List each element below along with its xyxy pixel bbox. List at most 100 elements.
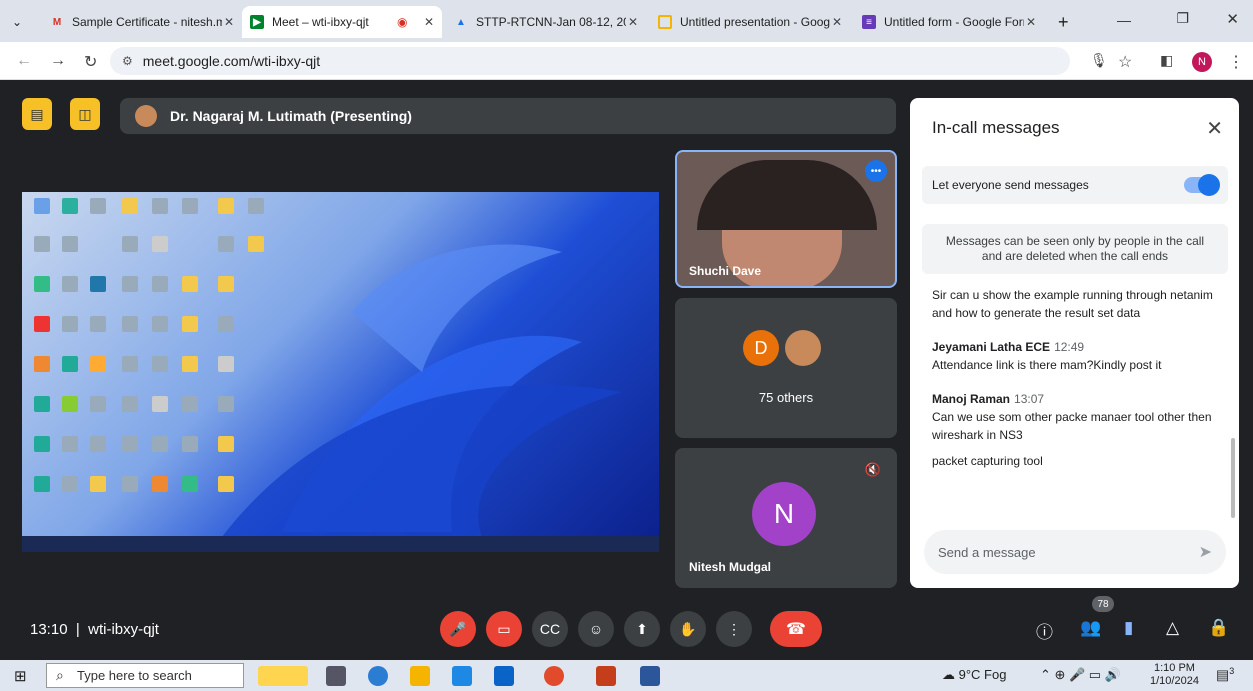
- bookmark-star-icon[interactable]: ☆: [1118, 52, 1132, 72]
- word-icon[interactable]: [640, 666, 660, 686]
- side-panel-icon[interactable]: ◧: [1160, 52, 1173, 69]
- participant-tile-others[interactable]: D 75 others: [675, 298, 897, 438]
- allow-messages-row: Let everyone send messages: [922, 166, 1228, 204]
- presenter-bar: Dr. Nagaraj M. Lutimath (Presenting): [120, 98, 896, 134]
- close-window-icon[interactable]: ✕: [1226, 10, 1239, 28]
- participant-tile-shuchi[interactable]: Shuchi Dave •••: [675, 150, 897, 288]
- chat-panel: In-call messages ✕ Let everyone send mes…: [910, 98, 1239, 588]
- send-icon[interactable]: ➤: [1199, 542, 1212, 562]
- participant-hair: [697, 160, 877, 230]
- desktop-icon: [90, 436, 106, 452]
- chrome-icon[interactable]: [544, 666, 564, 686]
- tab-slides[interactable]: Untitled presentation - Goog ✕: [650, 6, 850, 38]
- address-bar-row: ← → ↻ ⚙ meet.google.com/wti-ibxy-qjt 🎙 ☆…: [0, 42, 1253, 80]
- desktop-icon: [218, 396, 234, 412]
- weather-widget-icon[interactable]: [258, 666, 308, 686]
- tab-meet[interactable]: ▶ Meet – wti-ibxy-qjt ◉ ✕: [242, 6, 442, 38]
- store-icon[interactable]: [452, 666, 472, 686]
- layout-icon[interactable]: ◫: [70, 98, 100, 130]
- desktop-icon: [152, 396, 168, 412]
- desktop-icon: [182, 396, 198, 412]
- desktop-icon: [182, 198, 198, 214]
- mail-icon[interactable]: [494, 666, 514, 686]
- emoji-icon[interactable]: ☺: [578, 611, 614, 647]
- tab-label: Untitled presentation - Goog: [680, 15, 830, 29]
- people-icon[interactable]: 👥: [1080, 618, 1101, 638]
- info-icon[interactable]: ⓘ: [1036, 618, 1053, 643]
- file-explorer-icon[interactable]: [410, 666, 430, 686]
- message-placeholder: Send a message: [938, 544, 1036, 560]
- desktop-icon: [152, 436, 168, 452]
- desktop-icon: [152, 236, 168, 252]
- start-icon[interactable]: ⊞: [14, 667, 27, 685]
- powerpoint-icon[interactable]: [596, 666, 616, 686]
- tab-gmail[interactable]: M Sample Certificate - nitesh.m ✕: [42, 6, 242, 38]
- tray-icons[interactable]: ⌃ ⊕ 🎤 ▭ 🔊: [1040, 667, 1121, 683]
- camera-toggle-icon[interactable]: ▭: [486, 611, 522, 647]
- participant-tile-nitesh[interactable]: N 🔇 Nitesh Mudgal: [675, 448, 897, 588]
- presenter-avatar: [135, 105, 157, 127]
- end-call-icon[interactable]: ☎: [770, 611, 822, 647]
- desktop-icon: [218, 276, 234, 292]
- weather-status[interactable]: ☁ 9°C Fog: [942, 667, 1006, 683]
- participants-count: 78: [1097, 598, 1109, 610]
- wallpaper-bloom: [222, 244, 622, 537]
- allow-messages-toggle[interactable]: [1184, 174, 1220, 196]
- desktop-icon: [34, 236, 50, 252]
- activities-icon[interactable]: △: [1166, 618, 1179, 638]
- avatar-initial: D: [754, 337, 768, 358]
- profile-avatar[interactable]: N: [1192, 52, 1212, 72]
- new-tab-button[interactable]: +: [1050, 6, 1080, 38]
- participant-avatar-n: N: [752, 482, 816, 546]
- close-tab-icon[interactable]: ✕: [424, 15, 434, 29]
- menu-dots-icon[interactable]: ⋮: [1228, 52, 1244, 72]
- microphone-icon[interactable]: 🎙: [1090, 52, 1108, 69]
- captions-icon[interactable]: CC: [532, 611, 568, 647]
- meeting-code: wti-ibxy-qjt: [88, 621, 159, 638]
- message-input[interactable]: Send a message ➤: [924, 530, 1226, 574]
- message-text: Sir can u show the example running throu…: [932, 288, 1213, 320]
- desktop-icon: [34, 316, 50, 332]
- desktop-icon: [62, 476, 78, 492]
- pin-presentation-icon[interactable]: ▤: [22, 98, 52, 130]
- tab-drive[interactable]: ▲ STTP-RTCNN-Jan 08-12, 202 ✕: [446, 6, 646, 38]
- close-tab-icon[interactable]: ✕: [1026, 15, 1036, 29]
- forward-icon[interactable]: →: [50, 52, 66, 70]
- desktop-icon: [62, 356, 78, 372]
- desktop-icon: [34, 276, 50, 292]
- taskbar-search-box[interactable]: ⌕ Type here to search: [46, 663, 244, 688]
- tab-search-button[interactable]: ⌄: [4, 6, 30, 38]
- scrollbar[interactable]: [1231, 438, 1235, 518]
- tab-forms[interactable]: ≡ Untitled form - Google Form ✕: [854, 6, 1044, 38]
- reload-icon[interactable]: ↻: [84, 52, 97, 72]
- participant-avatar-photo: [785, 330, 821, 366]
- speaking-indicator-icon: •••: [865, 160, 887, 182]
- new-tab-label: +: [1058, 11, 1069, 32]
- raise-hand-icon[interactable]: ✋: [670, 611, 706, 647]
- restore-icon[interactable]: ❐: [1176, 10, 1189, 27]
- close-tab-icon[interactable]: ✕: [832, 15, 842, 29]
- message-sender: Manoj Raman: [932, 392, 1011, 406]
- desktop-icon: [182, 356, 198, 372]
- url-field[interactable]: ⚙ meet.google.com/wti-ibxy-qjt: [110, 47, 1070, 75]
- forms-icon: ≡: [862, 15, 876, 29]
- close-tab-icon[interactable]: ✕: [224, 15, 234, 29]
- close-icon[interactable]: ✕: [1206, 116, 1223, 141]
- chat-icon[interactable]: ▮: [1124, 618, 1133, 638]
- participants-count-badge: 78: [1092, 596, 1114, 612]
- call-controls: 13:10 | wti-ibxy-qjt 🎤 ▭ CC ☺ ⬆ ✋ ⋮ ☎ ⓘ …: [0, 596, 1253, 655]
- minimize-icon[interactable]: —: [1117, 12, 1131, 28]
- present-icon[interactable]: ⬆: [624, 611, 660, 647]
- system-clock[interactable]: 1:10 PM 1/10/2024: [1150, 662, 1199, 688]
- mic-toggle-icon[interactable]: 🎤: [440, 611, 476, 647]
- desktop-icon: [152, 316, 168, 332]
- notification-icon[interactable]: ▤3: [1216, 666, 1234, 684]
- meeting-time: 13:10: [30, 621, 68, 638]
- back-icon[interactable]: ←: [16, 52, 32, 70]
- close-tab-icon[interactable]: ✕: [628, 15, 638, 29]
- site-info-icon[interactable]: ⚙: [122, 54, 133, 68]
- task-view-icon[interactable]: [326, 666, 346, 686]
- host-controls-icon[interactable]: 🔒: [1208, 618, 1229, 638]
- edge-icon[interactable]: [368, 666, 388, 686]
- more-options-icon[interactable]: ⋮: [716, 611, 752, 647]
